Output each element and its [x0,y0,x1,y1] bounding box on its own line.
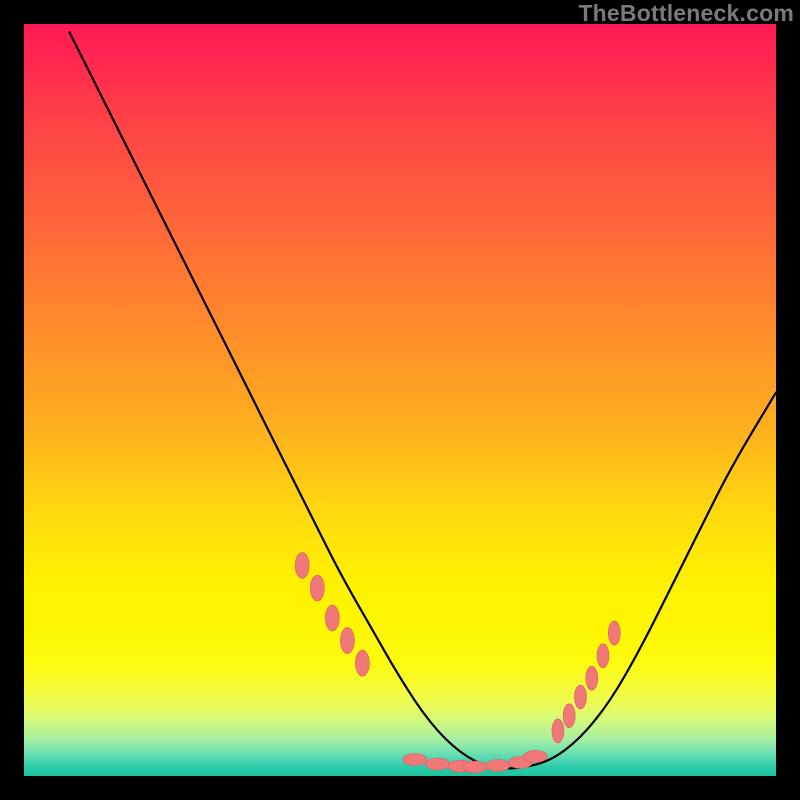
bottleneck-curve [69,32,776,769]
marker-dot [552,719,564,743]
marker-dot [597,644,609,668]
markers-valley [403,750,547,773]
marker-dot [563,704,575,728]
markers-left-arm [295,552,369,676]
marker-dot [325,605,339,631]
plot-area [24,24,776,776]
marker-dot [486,760,510,772]
marker-dot [608,621,620,645]
marker-dot [463,761,487,773]
marker-dot [586,666,598,690]
watermark-text: TheBottleneck.com [578,0,794,27]
chart-svg [24,24,776,776]
marker-dot [523,750,547,762]
marker-dot [426,758,450,770]
marker-dot [575,685,587,709]
markers-right-arm [552,621,620,743]
marker-dot [355,650,369,676]
marker-dot [340,628,354,654]
marker-dot [403,754,427,766]
marker-dot [295,552,309,578]
chart-frame: TheBottleneck.com [0,0,800,800]
marker-dot [310,575,324,601]
